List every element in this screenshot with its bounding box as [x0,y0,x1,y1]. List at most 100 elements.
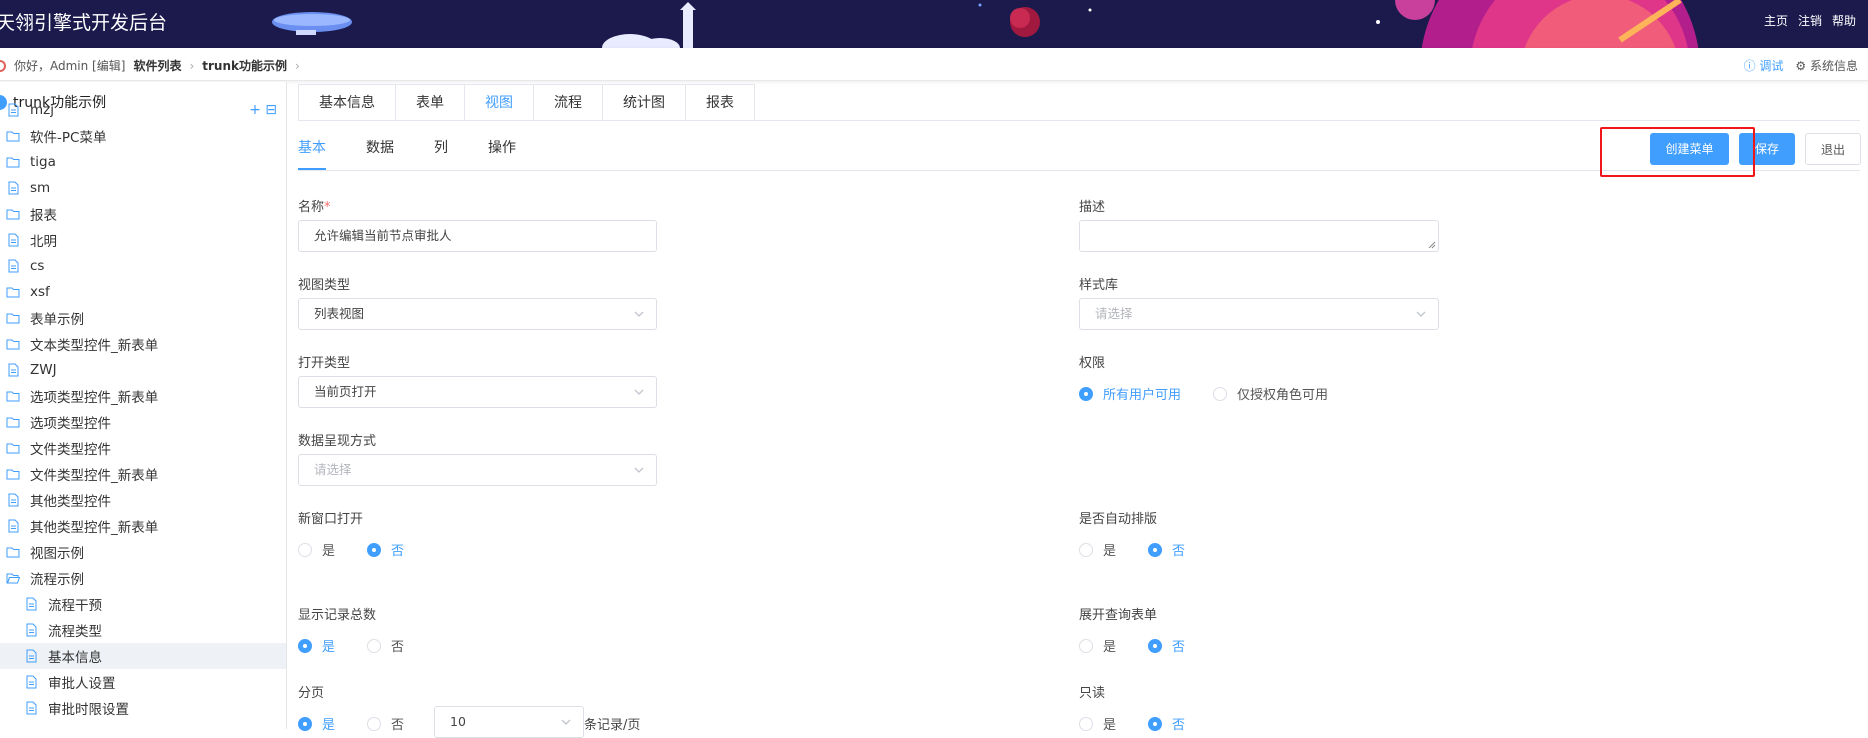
sidebar-item[interactable]: sm [0,175,286,201]
radio-circle-icon [1079,638,1093,653]
folder-icon [6,337,20,351]
sidebar-item[interactable]: xsf [0,279,286,305]
breadcrumb-current-app[interactable]: trunk功能示例 [202,57,287,74]
help-link[interactable]: 帮助 [1832,12,1856,29]
sidebar-item[interactable]: 审批人设置 [0,669,286,695]
sidebar-item[interactable]: mzj + ⊟ [0,97,286,123]
radio-circle-icon [1148,542,1163,557]
radio-option[interactable]: 否 [367,714,404,733]
sidebar-item[interactable]: 其他类型控件_新表单 [0,513,286,539]
radio-option[interactable]: 是 [298,714,335,733]
sidebar-item[interactable]: 文件类型控件 [0,435,286,461]
sidebar-item[interactable]: 流程示例 [0,565,286,591]
radio-label: 否 [1172,544,1186,559]
debug-link[interactable]: ⓘ 调试 [1744,57,1784,74]
sidebar-item[interactable]: 软件-PC菜单 [0,123,286,149]
display-mode-select[interactable]: 请选择 [298,454,657,486]
permission-radio-group: 所有用户可用 仅授权角色可用 [1079,384,1360,403]
description-textarea[interactable] [1079,220,1439,252]
radio-option[interactable]: 否 [1148,540,1185,559]
subtab-item[interactable]: 数据 [366,130,394,170]
radio-option[interactable]: 否 [367,636,404,655]
tab-item[interactable]: 视图 [465,85,534,121]
subtab-item[interactable]: 操作 [488,130,516,170]
home-link[interactable]: 主页 [1764,12,1788,29]
sidebar-item[interactable]: 其他类型控件 [0,487,286,513]
radio-option[interactable]: 是 [1079,540,1116,559]
radio-label: 否 [391,718,405,733]
sidebar-item[interactable]: tiga [0,149,286,175]
page-size-select[interactable]: 10 [434,706,584,738]
radio-circle-icon [1079,716,1093,731]
tab-item[interactable]: 流程 [534,85,603,121]
sidebar-item[interactable]: 选项类型控件 [0,409,286,435]
sidebar-item-label: mzj [30,102,54,118]
sidebar-item[interactable]: ZWJ [0,357,286,383]
sidebar-item[interactable]: 流程干预 [0,591,286,617]
folder-icon [6,467,20,481]
radio-circle-icon [298,638,312,653]
file-icon [24,701,38,715]
radio-option[interactable]: 仅授权角色可用 [1213,384,1328,403]
sidebar-item[interactable]: 报表 [0,201,286,227]
radio-option[interactable]: 所有用户可用 [1079,384,1181,403]
radio-option[interactable]: 否 [1148,636,1185,655]
breadcrumb-software-list[interactable]: 软件列表 [133,57,181,74]
exit-button[interactable]: 退出 [1805,133,1861,165]
sidebar-item[interactable]: 视图示例 [0,539,286,565]
open-type-select[interactable]: 当前页打开 [298,376,657,408]
sidebar-item-label: 选项类型控件 [30,416,111,432]
sidebar-item[interactable]: 基本信息 [0,643,286,669]
header-links: 主页 注销 帮助 [1764,12,1856,29]
radio-label: 是 [1103,718,1117,733]
subtab-item[interactable]: 基本 [298,130,326,170]
sidebar-item[interactable]: 审批时限设置 [0,695,286,721]
sidebar-item-label: 软件-PC菜单 [30,130,107,146]
logout-link[interactable]: 注销 [1798,12,1822,29]
tree-node-actions[interactable]: + ⊟ [249,102,277,118]
view-type-select[interactable]: 列表视图 [298,298,657,330]
radio-option[interactable]: 是 [1079,714,1116,733]
radio-label: 否 [391,640,405,655]
radio-circle-icon [1213,386,1228,401]
sidebar-item-label: 文本类型控件_新表单 [30,338,159,354]
radio-option[interactable]: 是 [1079,636,1116,655]
auto-layout-radio-group: 是否 [1079,540,1217,559]
file-icon [6,181,20,195]
radio-option[interactable]: 是 [298,636,335,655]
file-icon [24,623,38,637]
folder-icon [6,129,20,143]
tab-item[interactable]: 表单 [396,85,465,121]
user-greeting[interactable]: 你好，Admin [编辑] [14,57,125,74]
sidebar-item[interactable]: 流程类型 [0,617,286,643]
tab-item[interactable]: 基本信息 [299,85,396,121]
sidebar-item-label: xsf [30,284,50,300]
name-input[interactable]: 允许编辑当前节点审批人 [298,220,657,252]
file-icon [24,675,38,689]
sidebar-item[interactable]: 选项类型控件_新表单 [0,383,286,409]
highlight-annotation [1600,127,1755,177]
header-decoration [272,0,1699,48]
sidebar-item-label: 选项类型控件_新表单 [30,390,159,406]
file-icon [24,649,38,663]
radio-option[interactable]: 否 [1148,714,1185,733]
sidebar-item[interactable]: cs [0,253,286,279]
sidebar-item[interactable]: 表单示例 [0,305,286,331]
avatar[interactable] [0,59,6,72]
tab-item[interactable]: 统计图 [603,85,686,121]
radio-option[interactable]: 是 [298,540,335,559]
chevron-right-icon: › [295,58,300,73]
sidebar-item[interactable]: 文件类型控件_新表单 [0,461,286,487]
app-title: 天翎引擎式开发后台 [0,12,168,34]
sidebar-tree: trunk功能示例 mzj + ⊟ 软件-PC菜单 tiga sm 报表 北明 cs xsf 表单… [0,82,287,729]
resize-grip-icon[interactable] [1428,241,1436,249]
radio-option[interactable]: 否 [367,540,404,559]
expand-query-label: 展开查询表单 [1079,608,1158,623]
subtab-item[interactable]: 列 [434,130,448,170]
sidebar-item[interactable]: 北明 [0,227,286,253]
sidebar-item[interactable]: 文本类型控件_新表单 [0,331,286,357]
style-lib-select[interactable]: 请选择 [1079,298,1439,330]
tab-item[interactable]: 报表 [686,85,754,121]
system-info-link[interactable]: ⚙ 系统信息 [1795,57,1858,74]
paging-radio-group: 是否 [298,714,436,733]
